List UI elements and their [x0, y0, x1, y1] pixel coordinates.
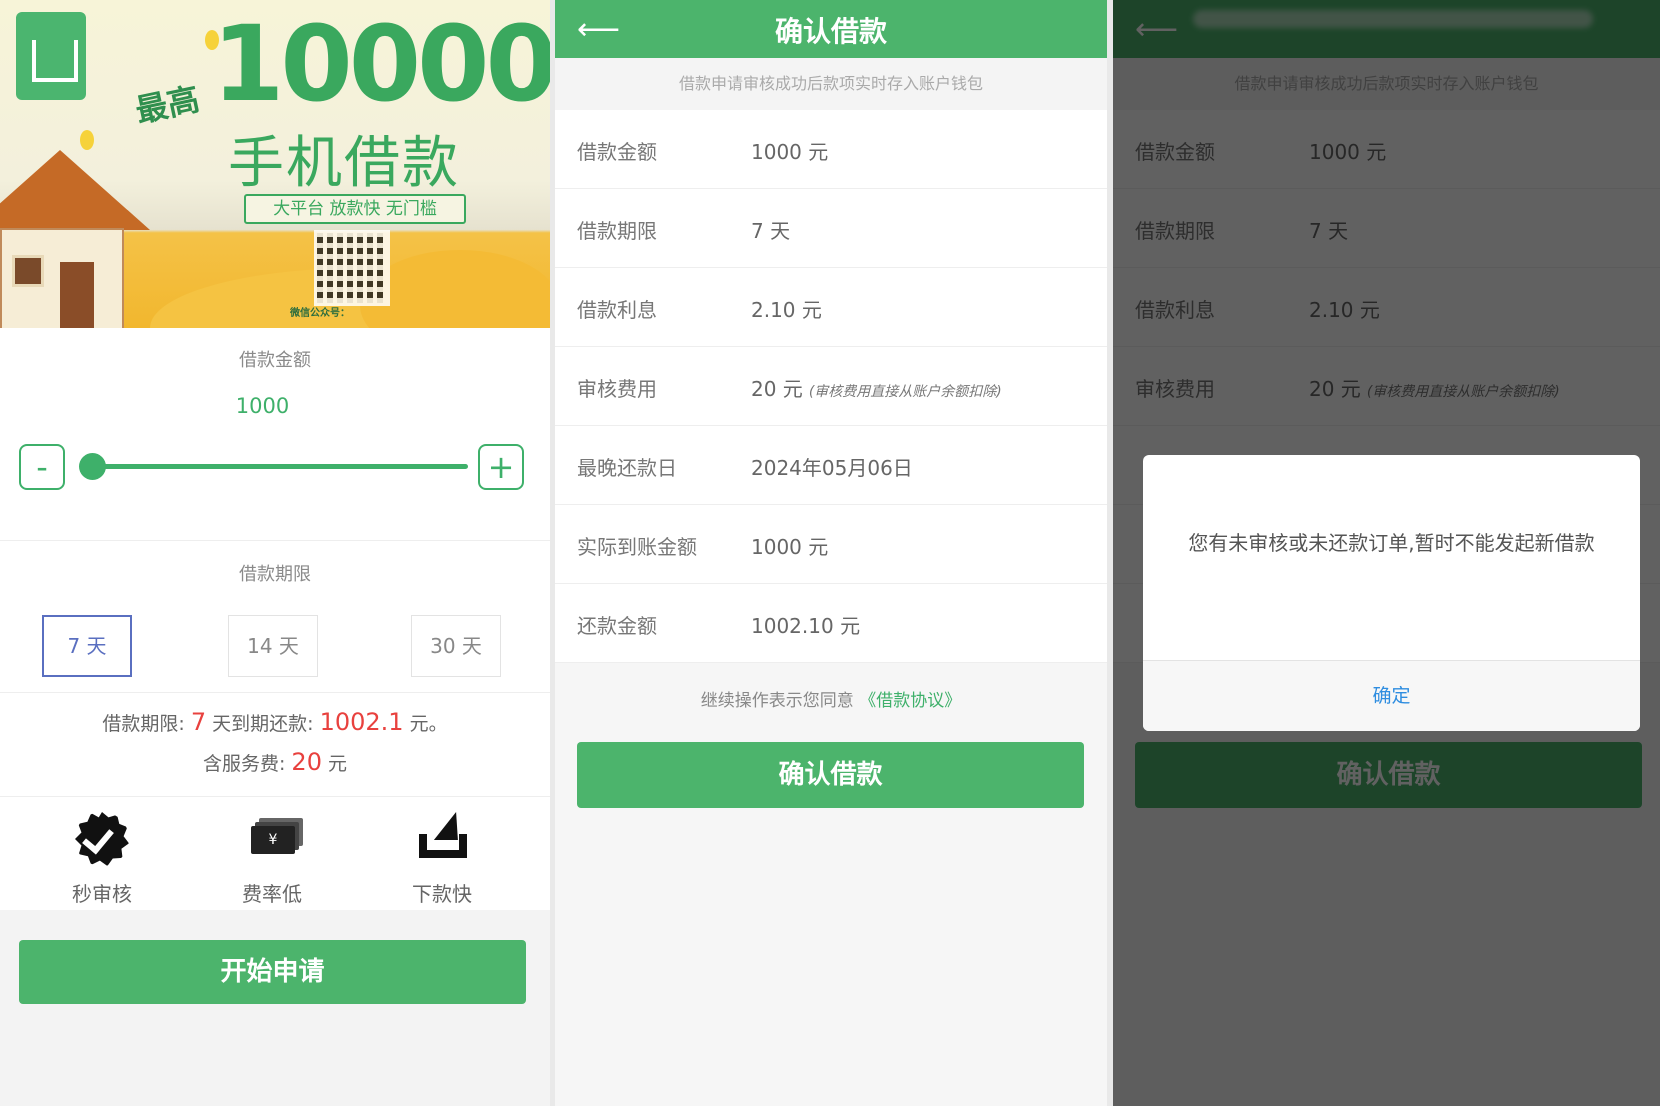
loan-agreement-link[interactable]: 《借款协议》: [859, 691, 961, 711]
detail-note: (审核费用直接从账户余额扣除): [808, 384, 1002, 400]
detail-value: 20 元 (审核费用直接从账户余额扣除): [751, 373, 1002, 402]
feature-label: 下款快: [412, 882, 472, 906]
feature-label: 费率低: [242, 882, 302, 906]
detail-value-text: 1002.10 元: [751, 614, 861, 638]
amount-slider-track[interactable]: [92, 464, 468, 469]
detail-value-text: 2.10 元: [751, 298, 822, 322]
detail-value-text: 1000 元: [751, 535, 829, 559]
detail-row-repay: 还款金额 1002.10 元: [555, 584, 1107, 663]
detail-value: 1000 元: [751, 136, 828, 165]
page-title: 确认借款: [774, 15, 887, 48]
feature-fast-review: 秒审核: [42, 812, 162, 907]
money-icon: ¥: [243, 812, 301, 868]
term-option-7-days[interactable]: 7 天: [42, 615, 132, 677]
qr-code-icon: [314, 230, 390, 306]
detail-value-text: 2024年05月06日: [751, 456, 913, 480]
start-application-button[interactable]: 开始申请: [19, 940, 526, 1004]
dialog-ok-button[interactable]: 确定: [1143, 660, 1640, 731]
app-logo: [16, 12, 86, 100]
detail-key: 还款金额: [577, 614, 657, 638]
summary-middle: 天到期还款:: [212, 713, 314, 735]
notice-text: 借款申请审核成功后款项实时存入账户钱包: [555, 58, 1107, 110]
detail-value: 2024年05月06日: [751, 452, 913, 481]
confirm-loan-dialog-screen: ⟵ 借款申请审核成功后款项实时存入账户钱包 借款金额 1000 元 借款期限 7…: [1113, 0, 1660, 1106]
fee-prefix: 含服务费:: [202, 753, 286, 775]
coin-icon: [80, 130, 94, 150]
decrease-amount-button[interactable]: -: [19, 444, 65, 490]
promo-banner: 最高 10000 手机借款 大平台 放款快 无门槛 微信公众号：: [0, 0, 550, 328]
feature-low-rate: ¥ 费率低: [212, 812, 332, 907]
divider: [0, 692, 550, 693]
loan-application-screen: 最高 10000 手机借款 大平台 放款快 无门槛 微信公众号： 借款金额 10…: [0, 0, 550, 1106]
feature-label: 秒审核: [72, 882, 132, 906]
detail-row-amount: 借款金额 1000 元: [555, 110, 1107, 189]
summary-repay-amount: 1002.1: [319, 708, 404, 736]
detail-row-review-fee: 审核费用 20 元 (审核费用直接从账户余额扣除): [555, 347, 1107, 426]
detail-value-text: 7 天: [751, 219, 791, 243]
detail-value: 7 天: [751, 215, 790, 244]
banner-account-note: 微信公众号：: [290, 308, 350, 319]
increase-amount-button[interactable]: +: [478, 444, 524, 490]
detail-key: 实际到账金额: [577, 535, 697, 559]
detail-row-interest: 借款利息 2.10 元: [555, 268, 1107, 347]
detail-value: 1002.10 元: [751, 610, 860, 639]
banner-amount: 10000: [212, 3, 550, 125]
repayment-summary: 借款期限: 7 天到期还款: 1002.1 元。: [0, 708, 550, 736]
summary-prefix: 借款期限:: [102, 713, 185, 735]
detail-value-text: 1000 元: [751, 140, 829, 164]
dialog-message: 您有未审核或未还款订单,暂时不能发起新借款: [1188, 531, 1595, 555]
detail-key: 借款金额: [577, 140, 657, 164]
term-option-14-days[interactable]: 14 天: [228, 615, 318, 677]
detail-key: 审核费用: [577, 377, 657, 401]
divider: [0, 796, 550, 797]
detail-value: 1000 元: [751, 531, 828, 560]
term-label: 借款期限: [239, 564, 311, 585]
detail-value-text: 20 元: [751, 377, 803, 401]
banner-title: 手机借款: [228, 131, 460, 196]
confirm-loan-screen: ⟵ 确认借款 借款申请审核成功后款项实时存入账户钱包 借款金额 1000 元 借…: [555, 0, 1107, 1106]
term-option-30-days[interactable]: 30 天: [411, 615, 501, 677]
agreement-text: 继续操作表示您同意: [700, 691, 854, 711]
detail-value: 2.10 元: [751, 294, 822, 323]
amount-label: 借款金额: [239, 350, 311, 371]
agreement-line: 继续操作表示您同意 《借款协议》: [555, 686, 1107, 711]
verified-icon: [73, 812, 131, 868]
top-bar: ⟵ 确认借款: [555, 0, 1107, 58]
summary-unit: 元。: [409, 713, 448, 735]
detail-row-due-date: 最晚还款日 2024年05月06日: [555, 426, 1107, 505]
house-illustration: [0, 150, 150, 328]
lightning-icon: [413, 812, 471, 868]
confirm-loan-button[interactable]: 确认借款: [577, 742, 1084, 808]
banner-tagline: 大平台 放款快 无门槛: [244, 194, 466, 224]
banner-prefix: 最高: [132, 79, 203, 131]
amount-value: 1000: [235, 394, 290, 418]
detail-row-term: 借款期限 7 天: [555, 189, 1107, 268]
service-fee-summary: 含服务费: 20 元: [0, 748, 550, 776]
divider: [0, 540, 550, 541]
feature-fast-payout: 下款快: [382, 812, 502, 907]
detail-key: 借款期限: [577, 219, 657, 243]
detail-key: 借款利息: [577, 298, 657, 322]
loan-detail-list: 借款金额 1000 元 借款期限 7 天 借款利息 2.10 元 审核费用 20…: [555, 110, 1107, 663]
fee-amount: 20: [291, 748, 322, 776]
detail-row-received: 实际到账金额 1000 元: [555, 505, 1107, 584]
amount-slider-handle[interactable]: [79, 453, 106, 480]
fee-unit: 元: [328, 753, 348, 775]
alert-dialog: 您有未审核或未还款订单,暂时不能发起新借款 确定: [1143, 455, 1640, 731]
detail-key: 最晚还款日: [577, 456, 677, 480]
summary-days: 7: [190, 708, 207, 736]
